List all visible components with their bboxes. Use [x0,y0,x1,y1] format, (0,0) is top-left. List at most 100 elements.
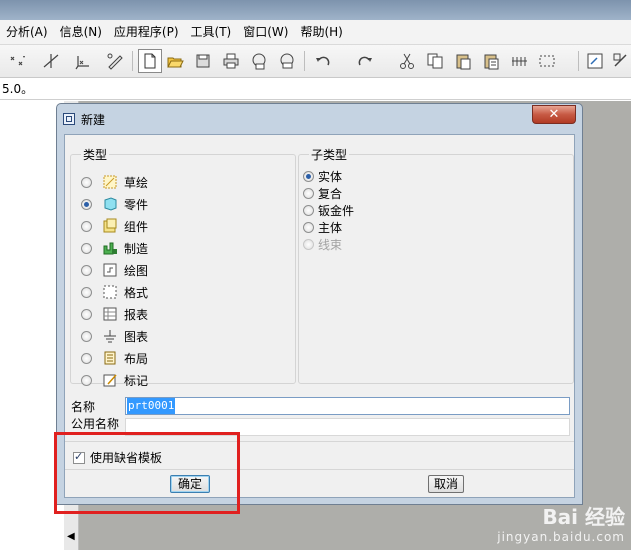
subtype-group-legend: 子类型 [311,148,348,162]
email-icon[interactable] [248,50,270,72]
paste-special-icon[interactable] [480,50,502,72]
dialog-title: 新建 [81,113,106,127]
subtype-radio[interactable] [303,188,314,199]
watermark-logo: Bai 经验 [542,505,625,529]
collapse-arrow-icon[interactable]: ◀ [67,531,75,542]
watermark-url: jingyan.baidu.com [497,530,625,544]
save-icon[interactable] [192,50,214,72]
subtype-option: 线束 [303,236,342,253]
name-input[interactable]: prt0001 [125,397,570,415]
dialog-icon [63,113,75,125]
type-option[interactable]: 组件 [81,216,148,236]
type-option[interactable]: 草绘 [81,172,148,192]
type-radio[interactable] [81,176,92,188]
diagram-icon [104,330,116,343]
type-option-label: 布局 [124,351,149,366]
type-option-label: 图表 [124,329,149,344]
type-option[interactable]: 图表 [81,326,148,346]
type-option-label: 零件 [124,197,149,212]
type-option-label: 格式 [124,285,149,300]
menu-applications[interactable]: 应用程序(P) [108,20,185,44]
type-radio[interactable] [81,242,92,254]
type-radio[interactable] [81,264,92,276]
subtype-option-label: 钣金件 [318,204,355,218]
type-option[interactable]: 零件 [81,194,148,214]
dialog-titlebar[interactable]: 新建 ✕ [57,104,582,134]
sketch-icon [103,175,117,189]
type-option[interactable]: 报表 [81,304,148,324]
type-radio[interactable] [81,308,92,320]
type-option[interactable]: 布局 [81,348,148,368]
name-value: prt0001 [127,398,176,414]
view-icon[interactable] [610,50,631,72]
subtype-radio [303,239,314,250]
menu-help[interactable]: 帮助(H) [294,20,348,44]
toolbar [0,45,631,78]
highlight-box [54,432,240,514]
subtype-option-label: 线束 [318,238,343,252]
type-option-label: 组件 [124,219,149,234]
undo-icon[interactable] [312,50,334,72]
part-icon [104,197,117,211]
type-radio[interactable] [81,286,92,298]
subtype-option[interactable]: 复合 [303,185,342,202]
open-folder-icon[interactable] [164,50,186,72]
subtype-option[interactable]: 主体 [303,219,342,236]
type-radio[interactable] [81,374,92,386]
type-option[interactable]: 绘图 [81,260,148,280]
type-option[interactable]: 格式 [81,282,148,302]
type-radio[interactable] [81,330,92,342]
type-radio[interactable] [81,198,92,210]
menu-info[interactable]: 信息(N) [54,20,108,44]
subtype-option-label: 复合 [318,187,343,201]
subtype-radio[interactable] [303,205,314,216]
type-group: 类型 草绘 零件 组件 制造 绘图 格式 报表 图表 布局 标记 [70,146,296,388]
report-icon [103,307,117,321]
type-radio[interactable] [81,220,92,232]
coordinate-icon[interactable] [72,50,94,72]
redo-icon[interactable] [354,50,376,72]
type-option[interactable]: 标记 [81,370,148,390]
type-option-label: 草绘 [124,175,149,190]
copy-icon[interactable] [424,50,446,72]
attach-email-icon[interactable] [276,50,298,72]
drawing-icon [103,263,117,277]
message-bar: 5.0。 [0,78,631,100]
select-box-icon[interactable] [536,50,558,72]
datum-points-icon[interactable] [6,50,28,72]
menubar: 分析(A) 信息(N) 应用程序(P) 工具(T) 窗口(W) 帮助(H) [0,20,631,45]
type-option[interactable]: 制造 [81,238,148,258]
layout-icon [104,351,116,365]
common-name-label: 公用名称 [71,417,120,431]
type-option-label: 标记 [124,373,149,388]
subtype-group: 子类型 实体复合钣金件 主体线束 [298,146,574,384]
subtype-radio[interactable] [303,171,314,182]
name-label: 名称 [71,400,96,414]
type-option-label: 制造 [124,241,149,256]
format-icon [103,285,117,299]
menu-analysis[interactable]: 分析(A) [0,20,54,44]
type-option-label: 绘图 [124,263,149,278]
menu-tools[interactable]: 工具(T) [185,20,238,44]
model-tree-icon[interactable] [584,50,606,72]
subtype-option-label: 实体 [318,170,343,184]
print-icon[interactable] [220,50,242,72]
type-radio[interactable] [81,352,92,364]
assembly-icon [103,218,117,233]
axis-icon[interactable] [40,50,62,72]
paste-icon[interactable] [452,50,474,72]
cancel-button[interactable]: 取消 [428,475,464,493]
new-file-icon[interactable] [138,49,162,73]
cut-icon[interactable] [396,50,418,72]
window-title-strip [0,0,631,20]
sketch-tool-icon[interactable] [104,50,126,72]
markup-icon [103,374,117,387]
menu-window[interactable]: 窗口(W) [237,20,294,44]
subtype-radio[interactable] [303,222,314,233]
watermark: Bai 经验 jingyan.baidu.com [497,501,625,544]
close-button[interactable]: ✕ [532,105,576,124]
subtype-option[interactable]: 实体 [303,168,342,185]
regenerate-icon[interactable] [508,50,530,72]
subtype-option[interactable]: 钣金件 [303,202,354,219]
manufacturing-icon [103,242,117,255]
